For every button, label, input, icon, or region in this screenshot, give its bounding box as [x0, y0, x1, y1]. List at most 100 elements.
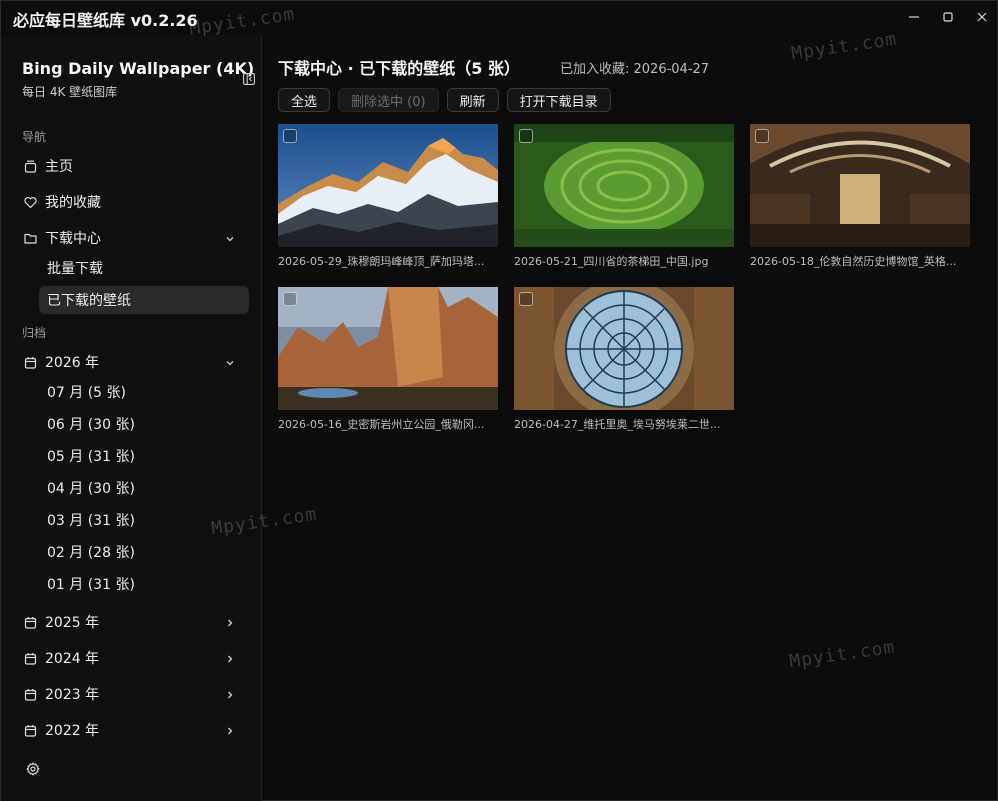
nav-section-label: 导航	[22, 130, 47, 144]
mountain-image	[278, 124, 498, 247]
sidebar-item-home[interactable]: 主页	[15, 152, 249, 180]
archive-section-label: 归档	[22, 326, 47, 340]
brand-title: Bing Daily Wallpaper (4K)	[22, 59, 255, 78]
heart-icon	[23, 195, 37, 209]
chevron-right-icon	[225, 688, 237, 700]
sidebar-item-label: 06 月 (30 张)	[47, 417, 135, 433]
settings-button[interactable]	[26, 761, 42, 777]
glass-dome-image	[514, 287, 734, 410]
close-icon	[977, 12, 987, 22]
delete-selected-button[interactable]: 删除选中 (0)	[338, 88, 439, 112]
chevron-right-icon	[225, 724, 237, 736]
sidebar-item-year-2025[interactable]: 2025 年	[15, 608, 249, 636]
calendar-icon	[23, 615, 37, 629]
sidebar-item-year-2024[interactable]: 2024 年	[15, 644, 249, 672]
wallpaper-thumbnail[interactable]	[278, 124, 498, 247]
select-checkbox[interactable]	[519, 292, 533, 306]
wallpaper-card[interactable]: 2026-05-16_史密斯岩州立公园_俄勒冈...	[278, 287, 498, 432]
sidebar-item-month[interactable]: 07 月 (5 张)	[39, 378, 249, 406]
sidebar-item-label: 2023 年	[45, 687, 100, 703]
calendar-icon	[23, 355, 37, 369]
sidebar-item-download-center[interactable]: 下载中心	[15, 224, 249, 252]
wallpaper-caption: 2026-05-16_史密斯岩州立公园_俄勒冈...	[278, 418, 485, 431]
sidebar-item-label: 2024 年	[45, 651, 100, 667]
sidebar-item-label: 2022 年	[45, 723, 100, 739]
minimize-button[interactable]	[897, 1, 931, 33]
page-title: 下载中心 · 已下载的壁纸（5 张）	[278, 59, 520, 78]
sidebar-item-label: 下载中心	[45, 231, 101, 247]
sidebar-item-label: 批量下载	[47, 261, 103, 277]
sidebar-item-label: 2026 年	[45, 355, 100, 371]
sidebar-toggle-icon	[243, 73, 255, 85]
wallpaper-card[interactable]: 2026-05-29_珠穆朗玛峰峰顶_萨加玛塔...	[278, 124, 498, 269]
page-meta: 已加入收藏: 2026-04-27	[560, 62, 710, 77]
wallpaper-card[interactable]: 2026-05-21_四川省的茶梯田_中国.jpg	[514, 124, 734, 269]
sidebar-item-year-2022[interactable]: 2022 年	[15, 716, 249, 744]
app-window: 必应每日壁纸库 v0.2.26 Bing Daily Wallpaper (4K…	[0, 0, 998, 801]
tea-terrace-image	[514, 124, 734, 247]
calendar-icon	[23, 651, 37, 665]
rock-park-image	[278, 287, 498, 410]
sidebar-item-year-2023[interactable]: 2023 年	[15, 680, 249, 708]
refresh-button[interactable]: 刷新	[446, 88, 499, 112]
wallpaper-card[interactable]: 2026-04-27_维托里奥_埃马努埃莱二世...	[514, 287, 734, 432]
sidebar-item-month[interactable]: 06 月 (30 张)	[39, 410, 249, 438]
select-checkbox[interactable]	[519, 129, 533, 143]
sidebar-item-label: 03 月 (31 张)	[47, 513, 135, 529]
wallpaper-caption: 2026-05-21_四川省的茶梯田_中国.jpg	[514, 255, 709, 268]
maximize-button[interactable]	[931, 1, 965, 33]
sidebar-collapse-button[interactable]	[243, 70, 257, 85]
sidebar-item-month[interactable]: 04 月 (30 张)	[39, 474, 249, 502]
wallpaper-caption: 2026-05-18_伦敦自然历史博物馆_英格...	[750, 255, 957, 268]
sidebar-item-label: 我的收藏	[45, 195, 101, 211]
select-checkbox[interactable]	[283, 129, 297, 143]
main-content: 下载中心 · 已下载的壁纸（5 张） 已加入收藏: 2026-04-27 全选 …	[263, 35, 998, 801]
close-button[interactable]	[965, 1, 998, 33]
home-icon	[23, 159, 37, 173]
sidebar-item-year-2026[interactable]: 2026 年	[15, 348, 249, 376]
chevron-right-icon	[225, 652, 237, 664]
sidebar-item-favorites[interactable]: 我的收藏	[15, 188, 249, 216]
chevron-down-icon	[225, 356, 237, 368]
sidebar-item-month[interactable]: 01 月 (31 张)	[39, 570, 249, 598]
folder-icon	[23, 231, 37, 245]
wallpaper-thumbnail[interactable]	[514, 287, 734, 410]
sidebar-item-label: 01 月 (31 张)	[47, 577, 135, 593]
maximize-icon	[943, 12, 953, 22]
brand-subtitle: 每日 4K 壁纸图库	[22, 85, 118, 99]
toolbar: 全选 删除选中 (0) 刷新 打开下载目录	[278, 88, 611, 112]
wallpaper-caption: 2026-05-29_珠穆朗玛峰峰顶_萨加玛塔...	[278, 255, 485, 268]
wallpaper-thumbnail[interactable]	[278, 287, 498, 410]
sidebar-item-month[interactable]: 02 月 (28 张)	[39, 538, 249, 566]
calendar-icon	[23, 687, 37, 701]
sidebar-item-month[interactable]: 03 月 (31 张)	[39, 506, 249, 534]
museum-image	[750, 124, 970, 247]
sidebar-item-label: 2025 年	[45, 615, 100, 631]
select-checkbox[interactable]	[283, 292, 297, 306]
title-bar[interactable]: 必应每日壁纸库 v0.2.26	[1, 1, 998, 35]
select-checkbox[interactable]	[755, 129, 769, 143]
calendar-icon	[23, 723, 37, 737]
open-folder-button[interactable]: 打开下载目录	[506, 88, 611, 112]
minimize-icon	[909, 16, 919, 18]
wallpaper-thumbnail[interactable]	[514, 124, 734, 247]
chevron-right-icon	[225, 616, 237, 628]
sidebar-item-label: 02 月 (28 张)	[47, 545, 135, 561]
sidebar-item-month[interactable]: 05 月 (31 张)	[39, 442, 249, 470]
sidebar-item-label: 主页	[45, 159, 73, 175]
sidebar-item-label: 07 月 (5 张)	[47, 385, 126, 401]
sidebar: Bing Daily Wallpaper (4K) 每日 4K 壁纸图库 导航 …	[1, 35, 262, 801]
chevron-down-icon	[225, 232, 237, 244]
app-title: 必应每日壁纸库 v0.2.26	[13, 11, 198, 30]
wallpaper-thumbnail[interactable]	[750, 124, 970, 247]
sidebar-item-downloaded[interactable]: 已下载的壁纸	[39, 286, 249, 314]
sidebar-item-label: 04 月 (30 张)	[47, 481, 135, 497]
wallpaper-card[interactable]: 2026-05-18_伦敦自然历史博物馆_英格...	[750, 124, 970, 269]
sidebar-item-batch-download[interactable]: 批量下载	[39, 254, 249, 282]
sidebar-item-label: 已下载的壁纸	[47, 293, 131, 309]
select-all-button[interactable]: 全选	[278, 88, 331, 112]
gear-icon	[26, 762, 40, 776]
sidebar-item-label: 05 月 (31 张)	[47, 449, 135, 465]
wallpaper-caption: 2026-04-27_维托里奥_埃马努埃莱二世...	[514, 418, 721, 431]
window-controls	[897, 1, 998, 35]
